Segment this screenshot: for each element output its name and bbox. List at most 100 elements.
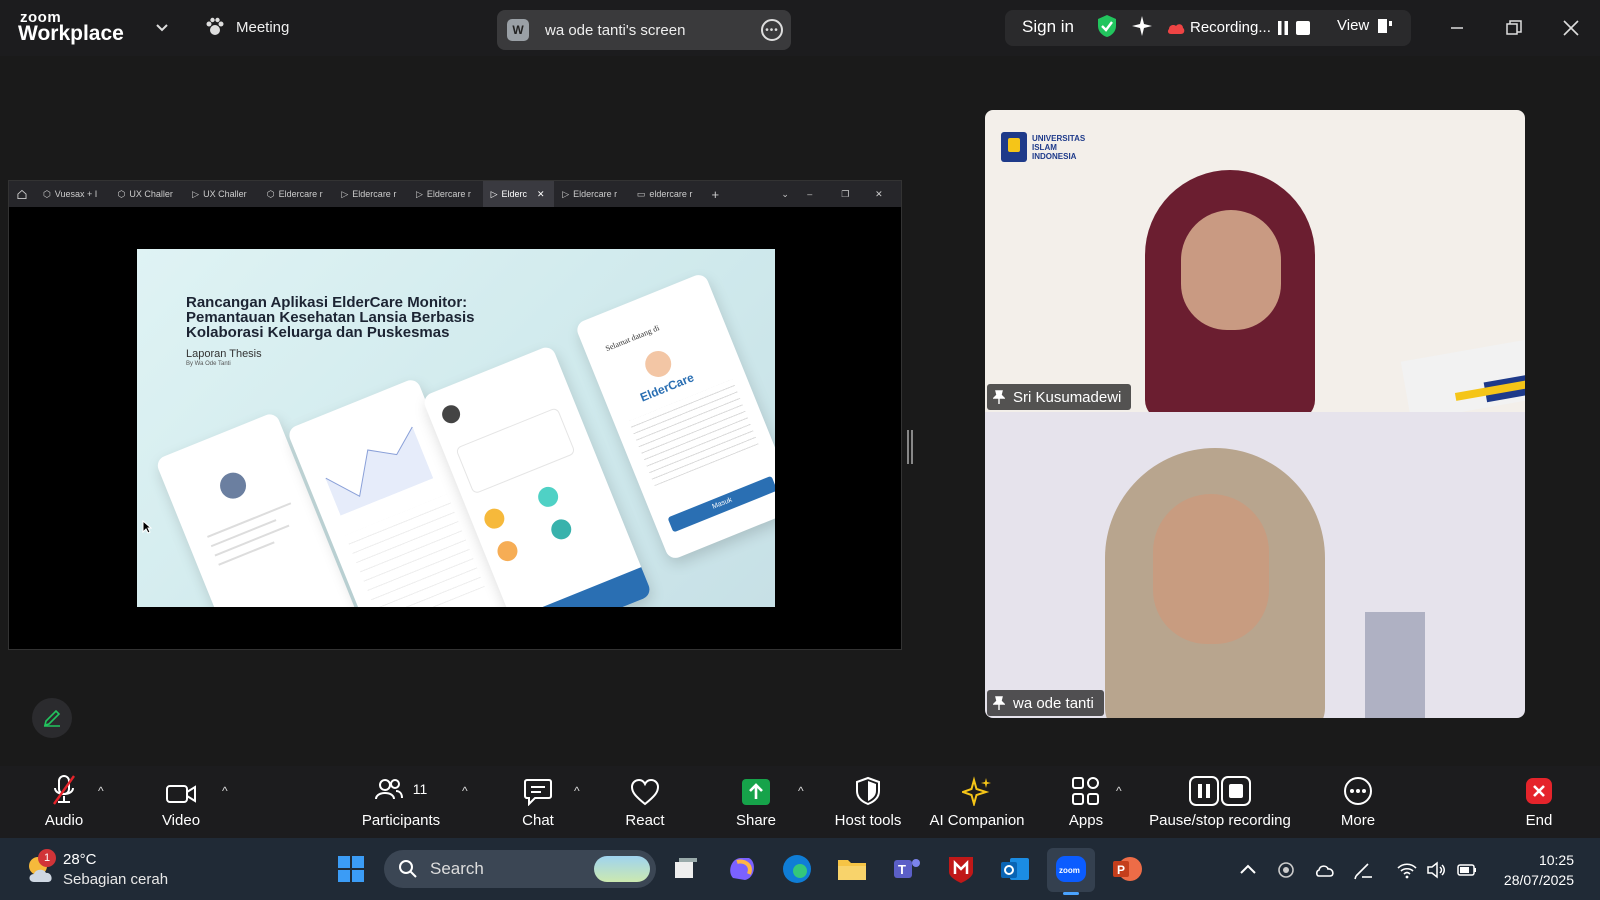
- new-tab-button[interactable]: +: [703, 181, 733, 207]
- audio-button[interactable]: Audio: [9, 772, 119, 829]
- presentation-slide: Rancangan Aplikasi ElderCare Monitor: Pe…: [137, 249, 775, 607]
- outlook-icon[interactable]: [998, 852, 1032, 886]
- video-tile-sri-kusumadewi[interactable]: UNIVERSITAS ISLAM INDONESIA Sri Kusumade…: [985, 110, 1525, 412]
- pin-icon: [993, 696, 1005, 710]
- chat-icon: [524, 779, 552, 806]
- weather-temperature[interactable]: 28°C: [63, 851, 97, 868]
- onedrive-icon[interactable]: [1315, 860, 1337, 880]
- pause-stop-icon: [1189, 776, 1251, 806]
- show-hidden-icons-chevron-icon[interactable]: [1237, 860, 1259, 880]
- pause-stop-recording-button[interactable]: Pause/stop recording: [1135, 772, 1305, 829]
- close-tab-icon[interactable]: ✕: [537, 189, 545, 200]
- screen-share-indicator[interactable]: W wa ode tanti's screen •••: [497, 10, 791, 50]
- restore-button[interactable]: [1500, 14, 1528, 42]
- participant-1-face: [1181, 210, 1281, 330]
- browser-tab[interactable]: ⬡ Eldercare r: [259, 181, 334, 207]
- wifi-icon[interactable]: [1396, 860, 1418, 880]
- home-tab[interactable]: [9, 181, 35, 207]
- video-options-caret[interactable]: ^: [222, 784, 228, 798]
- close-icon: ✕: [875, 188, 883, 199]
- react-button[interactable]: React: [590, 772, 700, 829]
- browser-tab[interactable]: ▷ Eldercare r: [554, 181, 629, 207]
- apps-button[interactable]: Apps: [1031, 772, 1141, 829]
- shared-screen[interactable]: ⬡ Vuesax + I ⬡ UX Challer ▷ UX Challer ⬡ Eld…: [8, 180, 902, 650]
- participants-button[interactable]: 11 Participants: [346, 772, 456, 829]
- view-menu[interactable]: View: [1337, 17, 1369, 34]
- tray-app-icon[interactable]: [1275, 860, 1297, 880]
- weather-description[interactable]: Sebagian cerah: [63, 871, 168, 888]
- host-tools-button[interactable]: Host tools: [813, 772, 923, 829]
- teams-icon[interactable]: T: [890, 852, 924, 886]
- more-options-icon[interactable]: •••: [761, 19, 783, 41]
- chat-options-caret[interactable]: ^: [574, 784, 580, 798]
- edge-browser-icon[interactable]: [780, 852, 814, 886]
- browser-tab-active[interactable]: ▷ Elderc ✕: [482, 181, 555, 207]
- annotate-button[interactable]: [32, 698, 72, 738]
- volume-icon[interactable]: [1425, 860, 1447, 880]
- search-highlight-image: [594, 856, 650, 882]
- browser-tab[interactable]: ▷ UX Challer: [184, 181, 259, 207]
- browser-tab[interactable]: ▷ Eldercare r: [408, 181, 483, 207]
- zoom-app-icon[interactable]: zoom: [1054, 852, 1088, 886]
- share-button[interactable]: Share: [701, 772, 811, 829]
- pause-recording-icon[interactable]: [1277, 21, 1289, 35]
- university-logo-text: UNIVERSITAS ISLAM INDONESIA: [1032, 134, 1085, 161]
- meeting-controls-toolbar: Audio ^ Video ^ 11 Participants ^ Chat ^…: [0, 766, 1600, 838]
- browser-minimize-button[interactable]: –: [799, 181, 833, 207]
- participant-name-tag: Sri Kusumadewi: [987, 384, 1132, 410]
- participants-options-caret[interactable]: ^: [462, 784, 468, 798]
- chevron-down-icon[interactable]: [152, 18, 172, 38]
- org-line: UNIVERSITAS: [1032, 134, 1086, 143]
- sign-in-link[interactable]: Sign in: [1022, 17, 1074, 37]
- audio-options-caret[interactable]: ^: [98, 784, 104, 798]
- ai-sparkle-icon: [962, 776, 991, 806]
- org-line: INDONESIA: [1032, 152, 1077, 161]
- browser-tab[interactable]: ▭ eldercare r: [629, 181, 704, 207]
- browser-tab[interactable]: ⬡ Vuesax + I: [35, 181, 110, 207]
- file-explorer-icon[interactable]: [835, 852, 869, 886]
- apps-options-caret[interactable]: ^: [1116, 784, 1122, 798]
- close-window-button[interactable]: [1557, 14, 1585, 42]
- task-view-icon[interactable]: [668, 852, 702, 886]
- tab-list-button[interactable]: ⌄: [773, 181, 799, 207]
- home-icon: [17, 189, 27, 199]
- zoom-logo-workplace: Workplace: [18, 22, 124, 45]
- windows-start-icon[interactable]: [334, 852, 368, 886]
- panel-resize-handle[interactable]: [907, 430, 913, 464]
- ai-companion-label: AI Companion: [929, 812, 1025, 829]
- participant-name-tag: wa ode tanti: [987, 690, 1104, 716]
- svg-text:zoom: zoom: [1059, 866, 1080, 875]
- powerpoint-icon[interactable]: P: [1110, 852, 1144, 886]
- tab-label: Vuesax + I: [54, 189, 98, 199]
- browser-tab[interactable]: ▷ Eldercare r: [333, 181, 408, 207]
- plus-icon: +: [711, 186, 720, 202]
- battery-icon[interactable]: [1456, 860, 1478, 880]
- sparkle-icon[interactable]: [1131, 15, 1153, 37]
- chat-label: Chat: [522, 812, 554, 829]
- taskbar-date[interactable]: 28/07/2025: [1504, 872, 1574, 888]
- minimize-button[interactable]: [1443, 14, 1471, 42]
- ai-companion-button[interactable]: AI Companion: [922, 772, 1032, 829]
- taskbar-time[interactable]: 10:25: [1539, 852, 1574, 868]
- meeting-menu[interactable]: Meeting: [204, 16, 289, 38]
- participant-2-face: [1153, 494, 1269, 644]
- chevron-down-icon: ⌄: [781, 188, 789, 199]
- shield-check-icon[interactable]: [1096, 14, 1118, 38]
- end-meeting-button[interactable]: End: [1484, 772, 1594, 829]
- copilot-icon[interactable]: [725, 852, 759, 886]
- video-button[interactable]: Video: [126, 772, 236, 829]
- stop-recording-icon[interactable]: [1296, 21, 1310, 35]
- mcafee-icon[interactable]: [944, 852, 978, 886]
- browser-restore-button[interactable]: ❐: [833, 181, 867, 207]
- view-layout-icon[interactable]: [1377, 18, 1393, 34]
- more-label: More: [1340, 812, 1376, 829]
- play-icon: ▷: [562, 188, 570, 199]
- share-options-caret[interactable]: ^: [798, 784, 804, 798]
- more-button[interactable]: More: [1303, 772, 1413, 829]
- pen-ink-icon[interactable]: [1352, 860, 1374, 880]
- taskbar-search-box[interactable]: Search: [384, 850, 656, 888]
- video-tile-wa-ode-tanti[interactable]: wa ode tanti: [985, 412, 1525, 718]
- chat-button[interactable]: Chat: [483, 772, 593, 829]
- browser-close-button[interactable]: ✕: [867, 181, 901, 207]
- browser-tab[interactable]: ⬡ UX Challer: [110, 181, 185, 207]
